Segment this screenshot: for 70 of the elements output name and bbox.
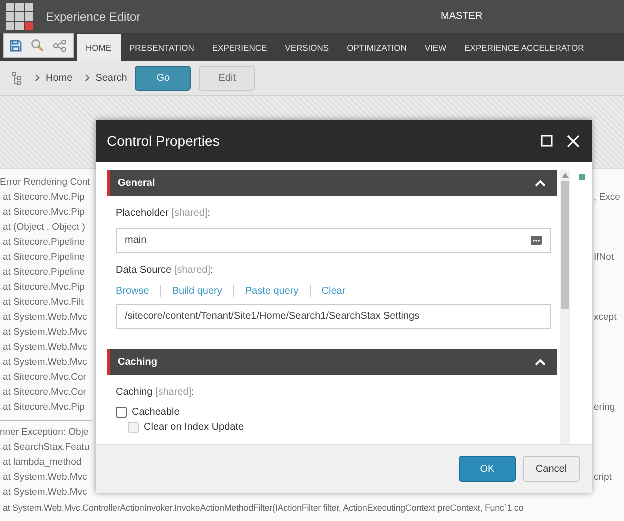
error-text: at (Object , Object ) <box>2 222 86 234</box>
placeholder-field[interactable]: main <box>116 228 551 253</box>
dialog-title: Control Properties <box>107 133 221 149</box>
status-indicator <box>579 174 585 180</box>
error-text: , Exce <box>594 192 622 204</box>
app-title: Experience Editor <box>46 10 142 24</box>
data-source-field[interactable]: /sitecore/content/Tenant/Site1/Home/Search1/SearchStax Settings <box>116 304 551 329</box>
error-text: nner Exception: Obje <box>0 426 90 438</box>
section-header[interactable]: General <box>107 170 557 196</box>
database-label: MASTER <box>441 11 483 22</box>
ribbon-tab[interactable]: EXPERIENCE ACCELERATOR <box>456 35 594 61</box>
field-label: Placeholder [shared]: <box>116 208 212 219</box>
cancel-button[interactable]: Cancel <box>523 456 580 482</box>
error-text: at Sitecore.Pipeline <box>2 236 86 248</box>
field-label: Caching [shared]: <box>116 387 196 398</box>
go-button[interactable]: Go <box>135 66 192 90</box>
error-text: at lambda_method <box>2 456 83 468</box>
error-text: at System.Web.Mvc.ControllerActionInvoker.InvokeActionMethodFilter(IActionFilter filter, ActionExecutingContext preContext, Func`1 co <box>2 502 524 514</box>
ribbon-tab[interactable]: VERSIONS <box>276 35 338 61</box>
close-icon[interactable] <box>567 134 580 148</box>
chevron-icon <box>84 74 90 82</box>
ribbon-tab[interactable]: EXPERIENCE <box>203 35 276 61</box>
maximize-icon[interactable] <box>541 135 553 147</box>
error-text: at Sitecore.Mvc.Pip <box>2 402 86 414</box>
error-text: at Sitecore.Mvc.Filt <box>2 296 85 308</box>
checkbox-label: Cacheable <box>132 407 180 418</box>
section-header[interactable]: Caching <box>107 349 557 375</box>
error-text: at System.Web.Mvc <box>2 342 88 354</box>
app-grid-icon[interactable] <box>6 2 34 30</box>
error-text: at System.Web.Mvc <box>2 472 88 484</box>
ok-button[interactable]: OK <box>459 456 516 482</box>
error-text: at Sitecore.Pipeline <box>2 252 86 264</box>
field-label: Data Source [shared]: <box>116 265 214 276</box>
breadcrumb-item[interactable]: Home <box>46 72 73 84</box>
error-text: at Sitecore.Mvc.Cor <box>2 372 88 384</box>
ribbon-tab[interactable]: OPTIMIZATION <box>338 35 416 61</box>
error-text: at System.Web.Mvc <box>2 486 88 498</box>
checkbox-label: Clear on Index Update <box>144 422 244 433</box>
error-text: IfNot <box>594 252 616 264</box>
error-text: at Sitecore.Mvc.Pip <box>2 192 86 204</box>
section-title: General <box>118 178 156 188</box>
share-icon[interactable] <box>53 40 67 52</box>
error-text: at SearchStax.Featu <box>2 442 91 454</box>
error-text: xcept <box>594 312 618 324</box>
checkbox[interactable] <box>116 407 127 418</box>
error-text: at System.Web.Mvc <box>2 356 88 368</box>
error-text: at Sitecore.Mvc.Pip <box>2 282 86 294</box>
ribbon-tab[interactable]: HOME <box>77 34 120 61</box>
tree-icon[interactable] <box>12 72 23 84</box>
section-title: Caching <box>118 356 158 368</box>
error-text: at Sitecore.Mvc.Cor <box>2 386 88 398</box>
ellipsis-icon[interactable] <box>531 236 542 245</box>
error-text: cript <box>594 472 613 484</box>
chevron-icon <box>35 74 40 82</box>
chevron-up-icon <box>535 180 546 186</box>
ribbon-tab[interactable]: VIEW <box>416 35 456 61</box>
scroll-up-icon[interactable] <box>562 173 568 178</box>
chevron-up-icon <box>535 358 546 366</box>
breadcrumb-item[interactable]: Search <box>96 72 128 84</box>
search-icon[interactable] <box>31 39 44 52</box>
error-text: at System.Web.Mvc <box>2 326 88 338</box>
error-text: ering <box>594 402 616 414</box>
error-text: Error Rendering Cont <box>0 176 92 188</box>
error-text: at Sitecore.Pipeline <box>2 266 86 278</box>
error-text: at System.Web.Mvc <box>2 312 88 324</box>
edit-button[interactable]: Edit <box>199 66 256 90</box>
ribbon-tab[interactable]: PRESENTATION <box>120 35 204 61</box>
save-icon[interactable] <box>10 40 22 52</box>
error-text: at Sitecore.Mvc.Pip <box>2 206 86 218</box>
scrollbar[interactable] <box>560 170 570 444</box>
